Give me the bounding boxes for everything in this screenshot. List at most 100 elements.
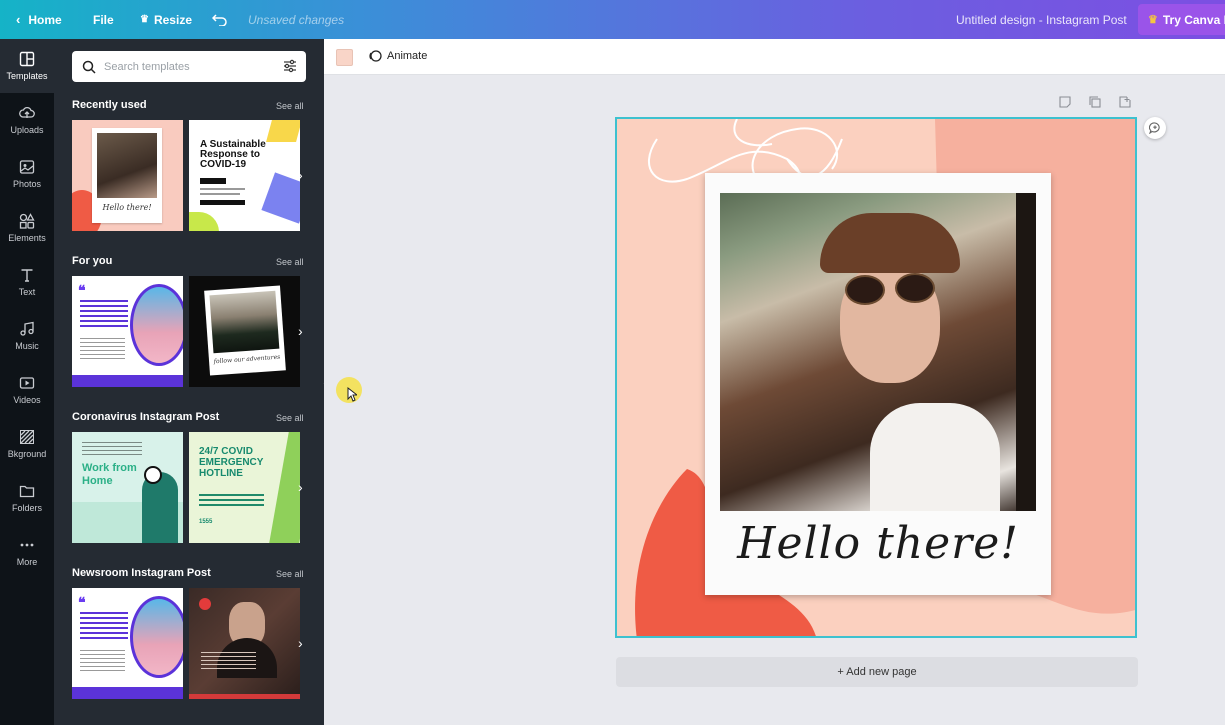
document-title-text: Untitled design - Instagram Post [956, 12, 1127, 27]
duplicate-icon[interactable] [1089, 96, 1101, 111]
sunglasses-right [895, 273, 935, 303]
music-icon [20, 321, 34, 336]
thumb-text-block [80, 338, 125, 360]
portrait-photo [720, 193, 1036, 511]
record-icon [199, 598, 211, 610]
shirt-shape [870, 403, 1000, 511]
see-all-link[interactable]: See all [276, 101, 304, 111]
unsaved-status: Unsaved changes [248, 0, 344, 39]
rail-label: Elements [8, 233, 46, 243]
search-box[interactable] [72, 51, 306, 82]
comment-button[interactable] [1144, 117, 1166, 139]
file-label: File [93, 12, 114, 27]
file-menu[interactable]: File [93, 0, 114, 39]
try-pro-label: Try Canva Pro [1162, 12, 1225, 27]
templates-icon [19, 51, 35, 67]
thumb-footer-bar [72, 687, 183, 699]
thumb-text-line [200, 193, 240, 195]
yellow-shape [266, 120, 300, 142]
cursor-icon [347, 387, 357, 402]
template-thumb-covid[interactable]: A Sustainable Response to COVID-19 [189, 120, 300, 231]
rail-label: Videos [13, 395, 41, 405]
search-input[interactable] [104, 60, 264, 73]
portrait-circle [130, 284, 183, 366]
add-new-page-button[interactable]: + Add new page [616, 657, 1138, 687]
chevron-left-icon: ‹ [16, 12, 21, 27]
portrait-circle [130, 596, 183, 678]
chevron-right-icon[interactable]: › [298, 167, 303, 183]
thumb-footer-bar [72, 375, 183, 387]
rail-more[interactable]: More [0, 525, 54, 579]
rail-elements[interactable]: Elements [0, 201, 54, 255]
resize-button[interactable]: ♛ Resize [140, 0, 192, 39]
design-page[interactable]: Hello there! [615, 117, 1137, 638]
photo [209, 290, 280, 354]
color-swatch[interactable] [336, 49, 353, 66]
rail-label: More [16, 557, 38, 567]
resize-label: Resize [153, 12, 192, 27]
template-thumb-hotline[interactable]: 24/7 COVID EMERGENCY HOTLINE 1555 [189, 432, 300, 543]
template-thumb-hello[interactable]: Hello there! [72, 120, 183, 231]
home-button[interactable]: ‹ Home [16, 0, 62, 39]
chevron-right-icon[interactable]: › [298, 635, 303, 651]
rail-templates[interactable]: Templates [0, 39, 54, 93]
thumb-text-block [80, 300, 128, 330]
undo-button[interactable] [212, 0, 227, 39]
templates-panel: Recently used See all Hello there! A Sus… [54, 39, 324, 725]
polaroid-frame: follow our adventures [204, 285, 286, 376]
editor-toolbar: Animate [324, 39, 1225, 75]
figure-head [144, 466, 162, 484]
photos-icon [19, 160, 35, 174]
add-page-label: + Add new page [837, 666, 917, 678]
animate-label: Animate [387, 50, 428, 62]
thumb-text-block [80, 612, 128, 642]
elements-icon [19, 213, 35, 229]
chevron-right-icon[interactable]: › [298, 479, 303, 495]
template-thumb-quote-2[interactable]: ❝ [72, 588, 183, 699]
filter-icon[interactable] [282, 58, 298, 74]
template-thumb-work-home[interactable]: Work from Home [72, 432, 183, 543]
animate-button[interactable]: Animate [368, 49, 427, 63]
see-all-link[interactable]: See all [276, 257, 304, 267]
rail-uploads[interactable]: Uploads [0, 93, 54, 147]
template-thumb-quote[interactable]: ❝ [72, 276, 183, 387]
polaroid-frame: Hello there! [705, 173, 1051, 595]
thumb-footer-bar [189, 694, 300, 699]
thumb-text-block [199, 494, 264, 508]
try-pro-button[interactable]: ♛ Try Canva Pro [1138, 4, 1225, 35]
chevron-right-icon[interactable]: › [298, 323, 303, 339]
folders-icon [19, 485, 35, 498]
thumb-text-line [200, 188, 245, 190]
green-shape [189, 212, 219, 231]
hello-caption[interactable]: Hello there! [705, 518, 1051, 569]
rail-background[interactable]: Bkground [0, 417, 54, 471]
add-page-icon[interactable] [1119, 96, 1131, 111]
search-icon [82, 60, 96, 74]
undo-icon [212, 13, 227, 26]
document-title[interactable]: Untitled design - Instagram Post [956, 0, 1127, 39]
side-rail: Templates Uploads Photos Elements Text M… [0, 39, 54, 725]
rail-folders[interactable]: Folders [0, 471, 54, 525]
crown-icon: ♛ [1148, 14, 1158, 26]
rail-music[interactable]: Music [0, 309, 54, 363]
thumb-text-block [80, 650, 125, 672]
thumb-title: 24/7 COVID EMERGENCY HOTLINE [199, 446, 264, 479]
rail-label: Bkground [7, 449, 47, 459]
template-thumb-follow[interactable]: follow our adventures [189, 276, 300, 387]
notes-icon[interactable] [1059, 96, 1071, 111]
see-all-link[interactable]: See all [276, 413, 304, 423]
rail-label: Folders [11, 503, 42, 513]
top-bar: ‹ Home File ♛ Resize Unsaved changes Unt… [0, 0, 1225, 39]
uploads-icon [19, 106, 35, 118]
videos-icon [19, 377, 35, 389]
animate-icon [369, 50, 382, 62]
rail-text[interactable]: Text [0, 255, 54, 309]
polaroid-frame: Hello there! [92, 128, 162, 223]
rail-label: Text [18, 287, 36, 297]
rail-photos[interactable]: Photos [0, 147, 54, 201]
template-thumb-news[interactable] [189, 588, 300, 699]
hair-top [820, 213, 960, 273]
see-all-link[interactable]: See all [276, 569, 304, 579]
thumb-text-block [201, 652, 256, 670]
rail-videos[interactable]: Videos [0, 363, 54, 417]
